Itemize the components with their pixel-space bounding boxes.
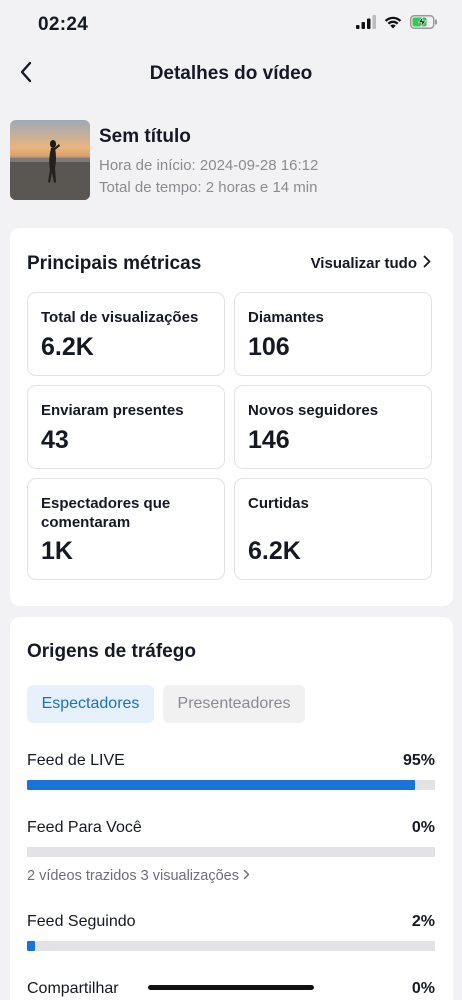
progress-bar-track bbox=[27, 780, 435, 790]
source-percent: 2% bbox=[411, 913, 435, 930]
video-total-time: Total de tempo: 2 horas e 14 min bbox=[99, 179, 318, 196]
traffic-title: Origens de tráfego bbox=[27, 641, 196, 662]
progress-bar-track bbox=[27, 847, 435, 857]
video-thumbnail[interactable] bbox=[10, 120, 90, 200]
metric-likes[interactable]: Curtidas 6.2K bbox=[234, 478, 432, 580]
video-header: Sem título Hora de início: 2024-09-28 16… bbox=[10, 120, 450, 202]
metric-value: 6.2K bbox=[41, 333, 94, 361]
source-percent: 0% bbox=[411, 980, 435, 997]
source-name: Feed Seguindo bbox=[27, 913, 136, 930]
progress-bar-track bbox=[27, 941, 435, 951]
metric-value: 6.2K bbox=[248, 537, 301, 565]
metrics-card: Principais métricas Visualizar tudo Tota… bbox=[10, 228, 453, 606]
metric-commenting-viewers[interactable]: Espectadores que comentaram 1K bbox=[27, 478, 225, 580]
metric-value: 1K bbox=[41, 537, 73, 565]
source-name: Feed de LIVE bbox=[27, 752, 125, 769]
video-start-time: Hora de início: 2024-09-28 16:12 bbox=[99, 157, 319, 174]
metric-value: 146 bbox=[248, 426, 290, 454]
video-title: Sem título bbox=[99, 126, 191, 147]
source-name: Feed Para Você bbox=[27, 819, 142, 836]
page-title: Detalhes do vídeo bbox=[149, 63, 313, 84]
source-percent: 0% bbox=[411, 819, 435, 836]
progress-bar-fill bbox=[27, 941, 36, 951]
view-all-link[interactable]: Visualizar tudo bbox=[311, 255, 431, 272]
metric-value: 43 bbox=[41, 426, 69, 454]
metric-value: 106 bbox=[248, 333, 290, 361]
source-videos-link[interactable]: 2 vídeos trazidos 3 visualizações bbox=[27, 868, 250, 884]
chevron-right-icon bbox=[243, 868, 250, 884]
chevron-right-icon bbox=[423, 255, 431, 272]
metrics-title: Principais métricas bbox=[27, 253, 202, 274]
metric-label: Total de visualizações bbox=[41, 309, 199, 326]
source-percent: 95% bbox=[402, 752, 435, 769]
battery-charging-icon bbox=[410, 15, 438, 34]
tab-gifters[interactable]: Presenteadores bbox=[163, 685, 305, 723]
metric-gift-senders[interactable]: Enviaram presentes 43 bbox=[27, 385, 225, 469]
metric-label: Enviaram presentes bbox=[41, 402, 184, 419]
status-bar: 02:24 bbox=[0, 0, 462, 48]
metric-label: Diamantes bbox=[248, 309, 324, 326]
wifi-icon bbox=[384, 15, 402, 34]
status-time: 02:24 bbox=[38, 14, 89, 35]
metric-label: Espectadores que comentaram bbox=[41, 495, 171, 531]
home-indicator bbox=[148, 985, 314, 990]
status-icons bbox=[356, 15, 438, 34]
source-sub-label: 2 vídeos trazidos 3 visualizações bbox=[27, 868, 239, 884]
tab-viewers[interactable]: Espectadores bbox=[27, 685, 154, 723]
metric-label: Novos seguidores bbox=[248, 402, 379, 419]
view-all-label: Visualizar tudo bbox=[310, 255, 417, 272]
traffic-sources-card: Origens de tráfego Espectadores Presente… bbox=[10, 617, 453, 1000]
metric-label: Curtidas bbox=[248, 495, 309, 512]
metric-total-views[interactable]: Total de visualizações 6.2K bbox=[27, 292, 225, 376]
source-name: Compartilhar bbox=[27, 980, 119, 997]
metric-diamonds[interactable]: Diamantes 106 bbox=[234, 292, 432, 376]
progress-bar-fill bbox=[27, 780, 415, 790]
signal-icon bbox=[356, 15, 376, 34]
metric-new-followers[interactable]: Novos seguidores 146 bbox=[234, 385, 432, 469]
nav-bar: Detalhes do vídeo bbox=[0, 50, 462, 98]
